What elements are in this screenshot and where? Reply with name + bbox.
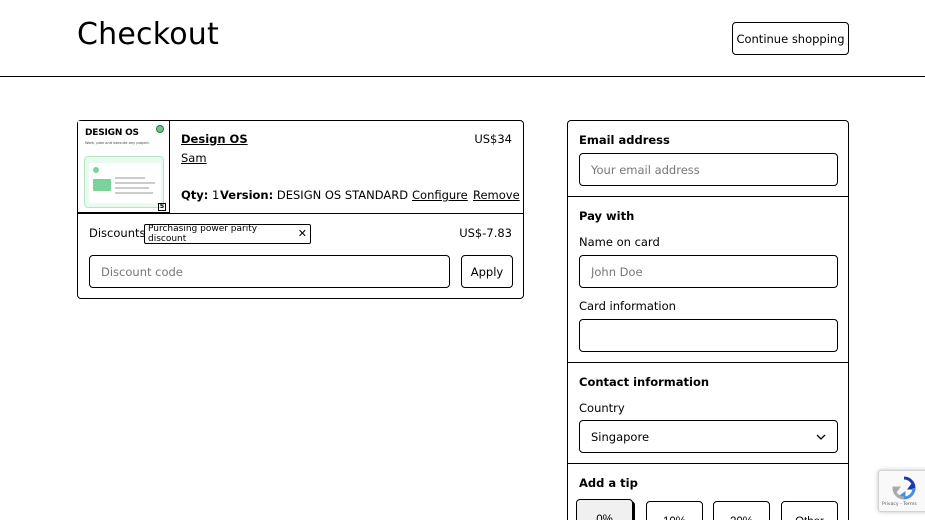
version-label: Version: (220, 188, 274, 202)
email-input[interactable] (579, 153, 838, 186)
recaptcha-badge[interactable]: Privacy - Terms (878, 470, 925, 512)
discount-amount: US$-7.83 (459, 226, 512, 240)
remove-link[interactable]: Remove (473, 188, 520, 202)
product-price: US$34 (474, 132, 512, 146)
tip-option-other[interactable]: Other (781, 501, 838, 520)
thumbnail-line (115, 177, 145, 179)
email-title: Email address (579, 133, 670, 147)
qty-value: 1 (212, 188, 220, 202)
product-name-link[interactable]: Design OS (181, 132, 248, 146)
section-divider (568, 463, 848, 464)
add-tip-title: Add a tip (579, 476, 638, 490)
card-information-label: Card information (579, 299, 676, 313)
name-on-card-input[interactable] (579, 255, 838, 288)
cart-panel: DESIGN OS Work, plan and execute any pro… (77, 120, 524, 299)
tip-option-0[interactable]: 0% (576, 499, 633, 520)
section-divider (568, 196, 848, 197)
discount-chip: Purchasing power parity discount ✕ (144, 224, 311, 244)
thumbnail-preview (84, 156, 164, 208)
thumbnail-preview-screen (89, 163, 161, 203)
country-label: Country (579, 401, 625, 415)
continue-shopping-button[interactable]: Continue shopping (732, 22, 849, 55)
name-on-card-label: Name on card (579, 235, 660, 249)
apply-button[interactable]: Apply (461, 255, 513, 288)
payment-panel: Email address Pay with Name on card Card… (567, 120, 849, 520)
qty-label: Qty: (181, 188, 209, 202)
product-author-link[interactable]: Sam (181, 151, 207, 165)
recaptcha-icon (892, 476, 916, 500)
checkout-header: Checkout Continue shopping (0, 0, 925, 77)
product-thumbnail[interactable]: DESIGN OS Work, plan and execute any pro… (78, 121, 170, 213)
thumbnail-badge: S (158, 203, 166, 211)
cart-divider (78, 213, 523, 214)
thumbnail-circle-icon (93, 167, 99, 173)
discount-chip-label: Purchasing power parity discount (148, 224, 258, 244)
card-information-input[interactable] (579, 319, 838, 352)
product-version: Version: DESIGN OS STANDARD (220, 188, 408, 202)
close-icon[interactable]: ✕ (298, 228, 307, 239)
discount-code-input[interactable] (89, 255, 450, 288)
pay-with-title: Pay with (579, 209, 635, 223)
recaptcha-footer[interactable]: Privacy - Terms (882, 502, 917, 507)
country-value: Singapore (591, 429, 650, 444)
page-title: Checkout (77, 17, 219, 52)
tip-option-10[interactable]: 10% (646, 501, 703, 520)
configure-link[interactable]: Configure (412, 188, 468, 202)
section-divider (568, 362, 848, 363)
product-quantity: Qty: 1 (181, 188, 219, 202)
thumbnail-line (115, 192, 153, 194)
chevron-down-icon (816, 434, 826, 440)
country-select[interactable]: Singapore (579, 420, 838, 453)
thumbnail-title: DESIGN OS (85, 128, 139, 138)
thumbnail-subtitle: Work, plan and execute any project. (85, 141, 150, 145)
thumbnail-line (115, 187, 149, 189)
tip-option-20[interactable]: 20% (713, 501, 770, 520)
thumbnail-line (115, 182, 155, 184)
thumbnail-avatar-icon (156, 125, 164, 133)
thumbnail-block (93, 179, 111, 191)
contact-information-title: Contact information (579, 375, 710, 389)
discounts-label: Discounts (89, 226, 146, 240)
version-value: DESIGN OS STANDARD (276, 188, 409, 202)
